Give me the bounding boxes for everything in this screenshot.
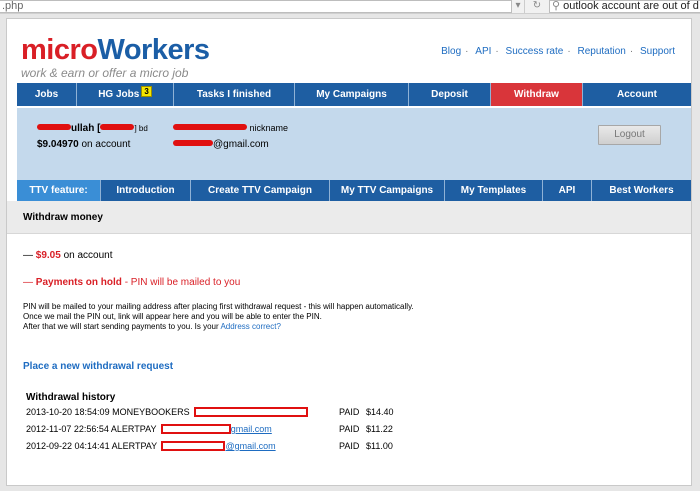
reload-icon[interactable]: ↻	[526, 0, 548, 13]
user-nickname: nickname	[173, 123, 288, 133]
link-api[interactable]: API	[475, 46, 491, 57]
logo-wordmark: microWorkers	[21, 34, 210, 66]
account-link[interactable]: gmail.com	[231, 424, 272, 434]
top-links: Blog · API · Success rate · Reputation · Sup…	[441, 46, 675, 57]
chevron-down-icon[interactable]: ▾	[512, 0, 525, 13]
subnav-my-templates[interactable]: My Templates	[445, 180, 543, 201]
redaction-mark	[100, 124, 135, 130]
nav-tasks-finished[interactable]: Tasks I finished	[174, 83, 295, 106]
page-card: microWorkers work & earn or offer a micr…	[6, 18, 692, 486]
balance-line: — $9.05 on account	[23, 250, 113, 261]
redaction-box	[194, 407, 309, 417]
redaction-box	[160, 424, 231, 434]
link-reputation[interactable]: Reputation	[577, 46, 625, 57]
site-logo[interactable]: microWorkers work & earn or offer a micr…	[21, 35, 210, 80]
user-name: ullah [] bd	[37, 123, 148, 134]
balance-amount: $9.05	[35, 250, 61, 261]
nav-jobs[interactable]: Jobs	[17, 83, 77, 106]
redaction-mark	[173, 140, 213, 146]
account-link[interactable]: @gmail.com	[225, 441, 275, 451]
user-panel: ullah [] bd $9.04970 on account nickname…	[17, 108, 691, 180]
hg-jobs-count-badge: 3	[141, 86, 152, 97]
page-title: Withdraw money	[23, 212, 103, 223]
history-row: 2012-11-07 22:56:54 ALERTPAY gmail.com P…	[26, 424, 393, 434]
ttv-feature-label: TTV feature:	[17, 180, 101, 201]
link-blog[interactable]: Blog	[441, 46, 461, 57]
history-row: 2013-10-20 18:54:09 MONEYBOOKERS PAID $1…	[26, 407, 394, 417]
section-header: Withdraw money	[7, 201, 691, 234]
search-input[interactable]: ⚲ outlook account are out of d	[549, 0, 700, 13]
nav-withdraw[interactable]: Withdraw	[491, 83, 583, 106]
browser-toolbar: .php ▾ ↻ ⚲ outlook account are out of d	[0, 0, 700, 14]
redaction-box	[161, 441, 226, 451]
subnav-best-workers[interactable]: Best Workers	[592, 180, 691, 201]
link-success-rate[interactable]: Success rate	[506, 46, 564, 57]
subnav-create-ttv-campaign[interactable]: Create TTV Campaign	[191, 180, 330, 201]
search-text: outlook account are out of d	[563, 0, 699, 12]
logout-button[interactable]: Logout	[598, 125, 661, 145]
withdrawal-history-title: Withdrawal history	[26, 392, 116, 403]
nav-hg-jobs[interactable]: HG Jobs 3	[77, 83, 174, 106]
link-support[interactable]: Support	[640, 46, 675, 57]
main-nav: Jobs HG Jobs 3 Tasks I finished My Campai…	[17, 83, 691, 106]
redaction-mark	[37, 124, 71, 130]
nav-deposit[interactable]: Deposit	[409, 83, 491, 106]
nav-my-campaigns[interactable]: My Campaigns	[295, 83, 409, 106]
address-correct-link[interactable]: Address correct?	[220, 322, 280, 331]
ttv-subnav: TTV feature: Introduction Create TTV Cam…	[17, 180, 691, 201]
search-icon: ⚲	[552, 0, 561, 12]
subnav-api[interactable]: API	[543, 180, 592, 201]
user-email: @gmail.com	[173, 139, 269, 150]
address-bar[interactable]: .php	[0, 0, 512, 13]
subnav-my-ttv-campaigns[interactable]: My TTV Campaigns	[330, 180, 445, 201]
subnav-introduction[interactable]: Introduction	[101, 180, 191, 201]
nav-account[interactable]: Account	[583, 83, 691, 106]
logo-tagline: work & earn or offer a micro job	[21, 66, 189, 80]
redaction-mark	[173, 124, 247, 130]
history-row: 2012-09-22 04:14:41 ALERTPAY @gmail.com …	[26, 441, 393, 451]
pin-info-text: PIN will be mailed to your mailing addre…	[23, 302, 414, 331]
user-balance: $9.04970 on account	[37, 139, 131, 150]
new-withdrawal-link[interactable]: Place a new withdrawal request	[23, 361, 173, 372]
payments-on-hold: — Payments on hold - PIN will be mailed …	[23, 277, 241, 288]
